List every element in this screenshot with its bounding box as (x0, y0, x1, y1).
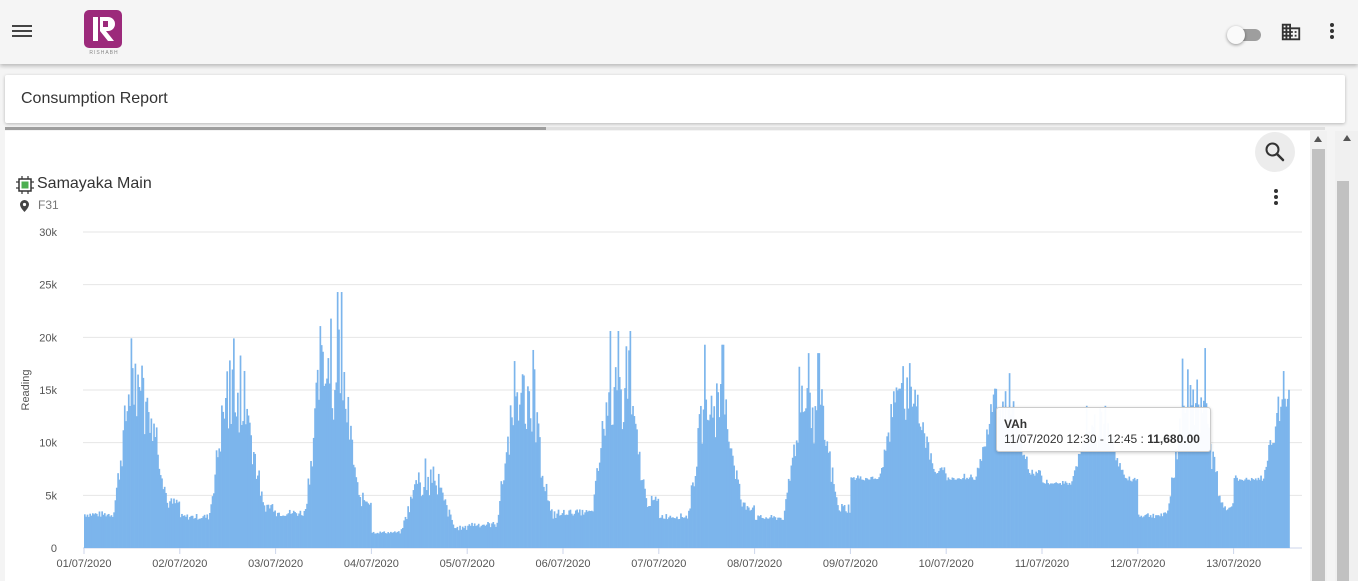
y-tick-label: 5k (45, 490, 57, 502)
y-tick-label: 25k (39, 280, 57, 292)
device-name: Samayaka Main (37, 175, 152, 192)
x-tick-label: 12/07/2020 (1110, 558, 1165, 570)
logo-mark (84, 10, 122, 48)
x-tick-label: 02/07/2020 (152, 558, 207, 570)
page-scrollbar[interactable] (1335, 131, 1358, 581)
search-icon (1265, 142, 1285, 162)
x-tick-label: 07/07/2020 (631, 558, 686, 570)
meter-device-icon (16, 176, 34, 194)
x-tick-label: 03/07/2020 (248, 558, 303, 570)
x-tick-label: 10/07/2020 (919, 558, 974, 570)
x-tick-label: 13/07/2020 (1206, 558, 1261, 570)
loading-progress-bar (5, 127, 1325, 130)
x-tick-label: 11/07/2020 (1015, 558, 1069, 570)
chart-more-vert-icon[interactable] (1267, 187, 1285, 207)
progress-fill (5, 127, 547, 130)
logo-text: RISHABH (89, 50, 119, 56)
y-tick-label: 10k (39, 438, 57, 450)
location-pin-icon (20, 199, 29, 212)
page-title-card: Consumption Report (5, 75, 1345, 123)
y-tick-label: 0 (51, 543, 57, 555)
y-tick-label: 15k (39, 385, 57, 397)
x-tick-label: 01/07/2020 (56, 558, 111, 570)
theme-toggle[interactable] (1227, 26, 1263, 44)
tooltip-line: 11/07/2020 12:30 - 12:45 : 11,680.00 (1004, 432, 1200, 446)
brand-logo[interactable]: RISHABH (84, 10, 124, 56)
hamburger-menu-icon[interactable] (10, 20, 34, 44)
location-code: F31 (38, 198, 59, 212)
building-icon[interactable] (1280, 21, 1302, 43)
x-tick-label: 05/07/2020 (440, 558, 495, 570)
chart-x-axis: 01/07/2020 02/07/2020 03/07/2020 04/07/2020… (56, 548, 1261, 570)
page-title: Consumption Report (21, 90, 168, 107)
y-axis-label: Reading (20, 370, 32, 411)
chart-tooltip: VAh 11/07/2020 12:30 - 12:45 : 11,680.00 (996, 407, 1211, 452)
top-app-bar: RISHABH (0, 0, 1358, 64)
scroll-up-arrow[interactable] (1314, 136, 1322, 142)
tooltip-range: 11/07/2020 12:30 - 12:45 : (1004, 432, 1148, 446)
consumption-chart: 05k10k15k20k25k30k 01/07/2020 02/07/2020 0… (20, 227, 1302, 570)
x-tick-label: 08/07/2020 (727, 558, 782, 570)
page-scroll-thumb[interactable] (1337, 181, 1349, 581)
tooltip-value: 11,680.00 (1147, 432, 1200, 446)
scroll-thumb[interactable] (1312, 149, 1325, 581)
chart-y-axis: 0 5k 10k 15k 20k 25k 30k (39, 227, 57, 555)
x-tick-label: 09/07/2020 (823, 558, 878, 570)
page-scroll-up-arrow[interactable] (1343, 135, 1351, 141)
chart-bar (1288, 389, 1290, 548)
chart-scrollbar[interactable] (1310, 131, 1327, 581)
more-vert-icon[interactable] (1322, 21, 1342, 43)
search-button[interactable] (1255, 132, 1295, 172)
x-tick-label: 06/07/2020 (535, 558, 590, 570)
toggle-knob (1227, 26, 1245, 44)
x-tick-label: 04/07/2020 (344, 558, 399, 570)
tooltip-series: VAh (1004, 417, 1028, 431)
chart-card: 0 5k 10k 15k 20k 25k 30k 01/07/2020 02/07/2020 0… (5, 131, 1327, 581)
y-tick-label: 20k (39, 332, 57, 344)
y-tick-label: 30k (39, 227, 57, 239)
